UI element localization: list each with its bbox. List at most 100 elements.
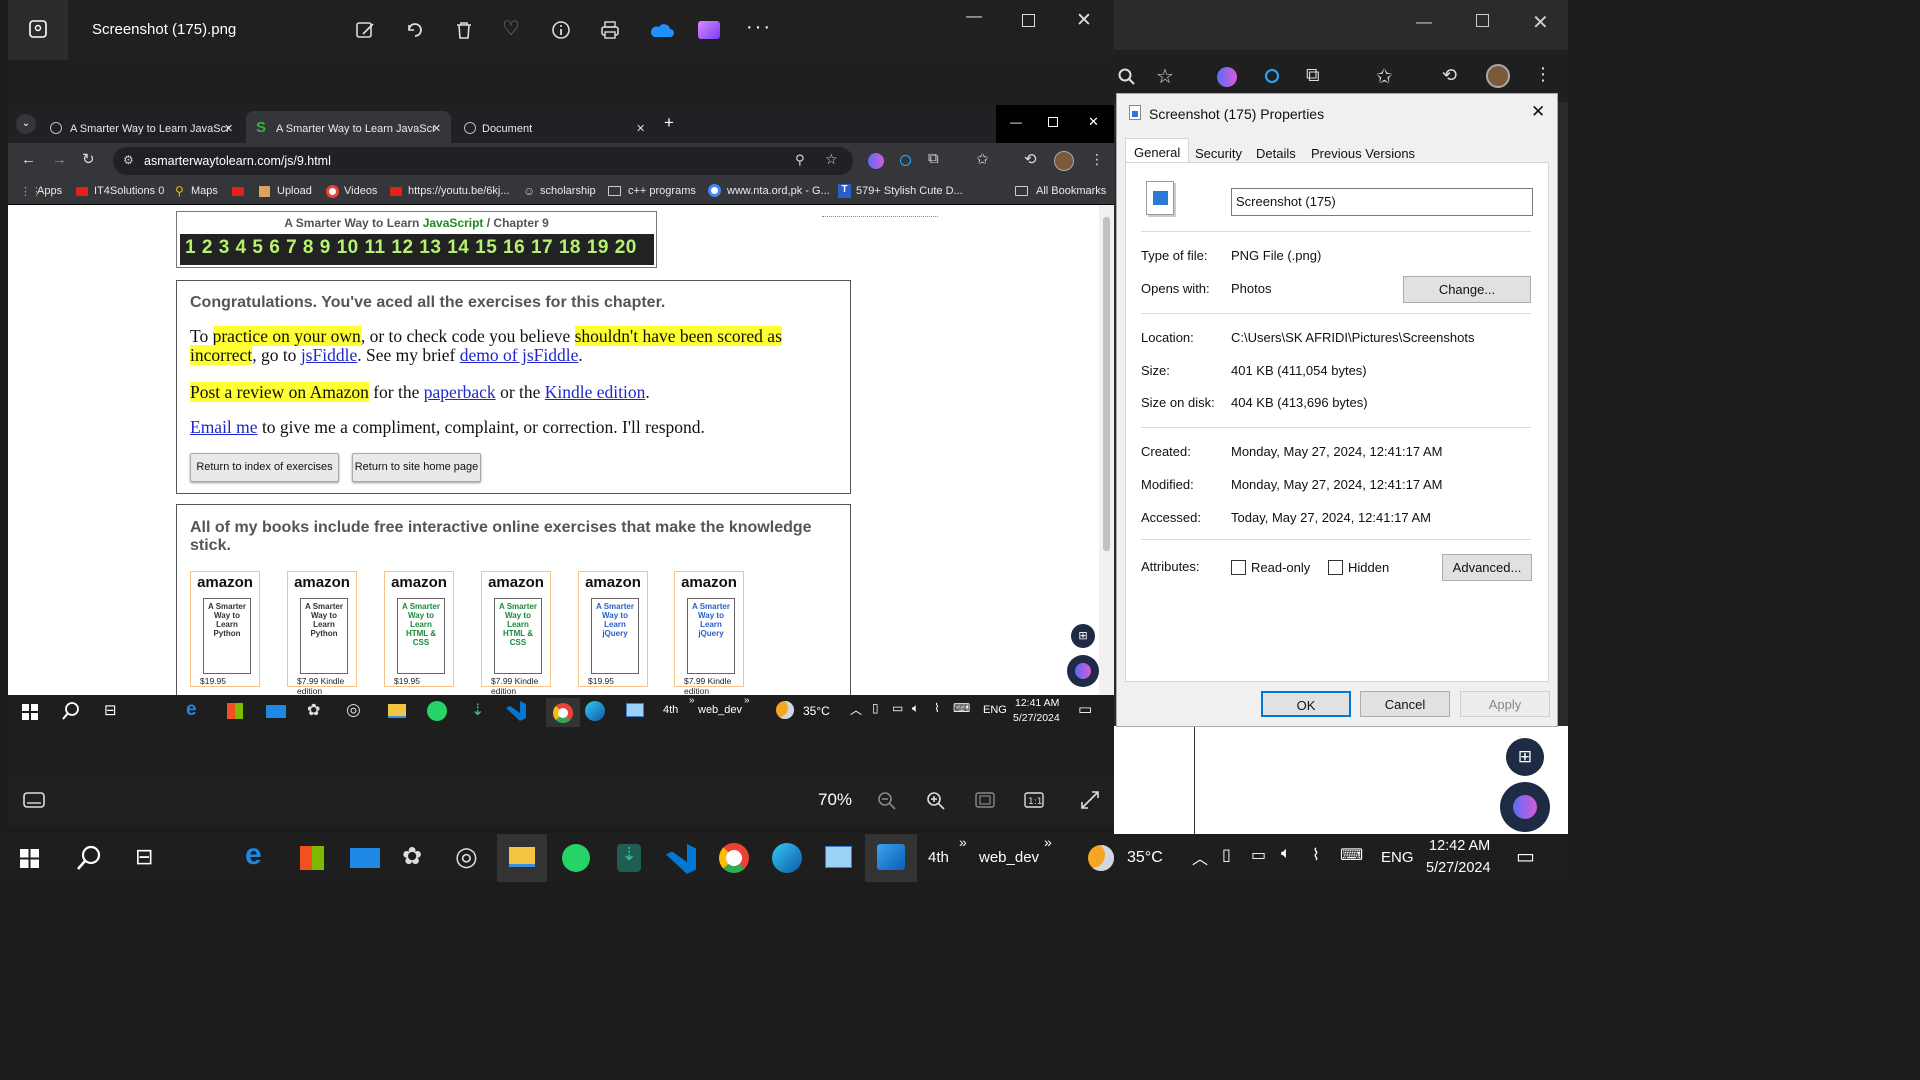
close-tab-icon[interactable]: ✕ [224, 122, 233, 135]
close-icon[interactable]: ✕ [1531, 102, 1545, 122]
more-options-icon[interactable]: ··· [746, 16, 772, 39]
filmstrip-icon[interactable] [23, 792, 45, 808]
internet-explorer-icon[interactable]: e [186, 699, 197, 721]
chevron-icon[interactable]: » [744, 695, 750, 706]
restore-icon[interactable] [1476, 14, 1489, 27]
chrome-taskbar-item[interactable] [546, 698, 580, 727]
fit-to-window-icon[interactable] [975, 792, 995, 808]
bookmark-cpp-programs[interactable]: c++ programs [628, 185, 696, 197]
control-panel-icon[interactable] [825, 846, 852, 868]
edge-icon[interactable] [585, 701, 605, 721]
maximize-icon[interactable] [1022, 14, 1035, 27]
internet-explorer-icon[interactable]: e [245, 838, 262, 872]
temperature[interactable]: 35°C [803, 704, 830, 718]
performance-icon[interactable]: ⟲ [1024, 150, 1037, 168]
advanced-button[interactable]: Advanced... [1442, 554, 1532, 581]
clock-time[interactable]: 12:41 AM [1015, 697, 1059, 709]
info-icon[interactable] [551, 20, 571, 40]
change-button[interactable]: Change... [1403, 276, 1531, 303]
volume-icon[interactable]: 🔈︎ [912, 701, 919, 716]
tab-general[interactable]: General [1125, 138, 1190, 163]
scrollbar-thumb[interactable] [1103, 217, 1110, 551]
hidden-label[interactable]: Hidden [1348, 560, 1389, 575]
hidden-checkbox[interactable] [1328, 560, 1343, 575]
print-icon[interactable] [600, 20, 620, 40]
photos-app-icon[interactable] [8, 0, 68, 60]
tab-1[interactable]: A Smarter Way to Learn JavaScr ✕ [38, 111, 243, 143]
paint-icon[interactable]: ✿ [307, 700, 320, 720]
file-explorer-taskbar-item[interactable] [497, 834, 547, 882]
profile-avatar[interactable] [1054, 151, 1074, 171]
volume-icon[interactable]: 🔈︎ [1281, 845, 1291, 863]
notifications-icon[interactable]: ▭ [1516, 844, 1535, 869]
close-icon[interactable]: ✕ [1076, 9, 1092, 32]
file-name-field[interactable]: Screenshot (175) [1231, 188, 1533, 216]
store-icon[interactable] [227, 703, 243, 719]
favorites-icon[interactable]: ✩ [1376, 64, 1393, 89]
task-view-icon[interactable]: ⊟ [104, 701, 117, 719]
reader-fab-icon[interactable]: ⊞ [1071, 624, 1095, 648]
file-explorer-icon[interactable] [388, 704, 406, 718]
chevron-icon[interactable]: » [959, 834, 967, 850]
edit-image-icon[interactable] [355, 20, 375, 40]
vscode-icon[interactable] [506, 701, 526, 721]
paint-icon[interactable]: ✿ [402, 842, 422, 871]
bookmark-it4solutions[interactable]: IT4Solutions 0 [94, 185, 164, 197]
book-card[interactable]: amazon A Smarter Way to Learn Python $19.9… [190, 571, 260, 687]
bookmark-maps[interactable]: Maps [191, 185, 218, 197]
reload-icon[interactable]: ↻ [82, 150, 95, 168]
zoom-icon[interactable]: ⚲ [795, 152, 805, 168]
vscode-icon[interactable] [666, 844, 696, 874]
whatsapp-icon[interactable] [427, 701, 447, 721]
restore-icon[interactable] [1048, 117, 1058, 127]
edge-icon[interactable] [772, 843, 802, 873]
network-icon[interactable]: ⌇ [1312, 845, 1320, 865]
search-icon[interactable] [62, 702, 80, 720]
minimize-icon[interactable]: — [1010, 115, 1022, 129]
battery-icon[interactable]: ▭ [892, 701, 903, 715]
temperature[interactable]: 35°C [1127, 849, 1163, 867]
battery-icon[interactable]: ▭ [1251, 845, 1266, 865]
read-only-label[interactable]: Read-only [1251, 560, 1310, 575]
clock-date[interactable]: 5/27/2024 [1426, 860, 1491, 876]
demo-jsfiddle-link[interactable]: demo of jsFiddle [460, 345, 579, 365]
obs-icon[interactable]: ◎ [455, 841, 478, 872]
language-indicator[interactable]: ENG [1381, 849, 1414, 866]
toolbar-webdev[interactable]: web_dev [698, 704, 742, 716]
minimize-icon[interactable]: — [966, 8, 982, 26]
installer-icon[interactable]: ⇣ [617, 844, 641, 872]
bookmark-youtube-link[interactable]: https://youtu.be/6kj... [408, 185, 510, 197]
keyboard-icon[interactable]: ⌨︎ [1340, 845, 1363, 865]
zoom-icon[interactable] [1118, 68, 1136, 86]
brain-fab-icon[interactable] [1500, 782, 1550, 832]
book-card[interactable]: amazon A Smarter Way to Learn HTML & CSS $… [384, 571, 454, 687]
weather-icon[interactable] [776, 701, 794, 719]
brain-fab-icon[interactable] [1067, 655, 1099, 687]
clock-date[interactable]: 5/27/2024 [1013, 712, 1060, 724]
windows-start-icon[interactable] [20, 849, 39, 868]
site-info-icon[interactable]: ⚙ [123, 153, 134, 167]
mail-icon[interactable] [350, 848, 380, 868]
search-icon[interactable] [76, 845, 102, 871]
extension-brain-icon[interactable] [1217, 67, 1237, 87]
tray-expand-icon[interactable]: ︿ [850, 701, 862, 718]
clock-time[interactable]: 12:42 AM [1429, 838, 1490, 854]
paperback-link[interactable]: paperback [424, 382, 496, 402]
return-to-home-button[interactable]: Return to site home page [352, 453, 481, 482]
extension-circle-icon[interactable] [900, 155, 911, 166]
all-bookmarks[interactable]: All Bookmarks [1036, 185, 1106, 197]
task-view-icon[interactable]: ⊟ [135, 844, 153, 870]
kindle-edition-link[interactable]: Kindle edition [545, 382, 646, 402]
fullscreen-icon[interactable] [1080, 790, 1100, 810]
menu-icon[interactable]: ⋮ [1090, 151, 1104, 168]
toolbar-4th[interactable]: 4th [928, 849, 949, 866]
page-scrollbar[interactable] [1099, 205, 1114, 695]
performance-icon[interactable]: ⟲ [1442, 65, 1457, 86]
apply-button[interactable]: Apply [1460, 691, 1550, 717]
profile-avatar[interactable] [1486, 64, 1510, 88]
toolbar-webdev[interactable]: web_dev [979, 849, 1039, 866]
keyboard-icon[interactable]: ⌨︎ [953, 701, 970, 715]
close-tab-icon[interactable]: ✕ [636, 122, 645, 135]
book-card[interactable]: amazon A Smarter Way to Learn HTML & CSS $… [481, 571, 551, 695]
mail-icon[interactable] [266, 705, 286, 718]
